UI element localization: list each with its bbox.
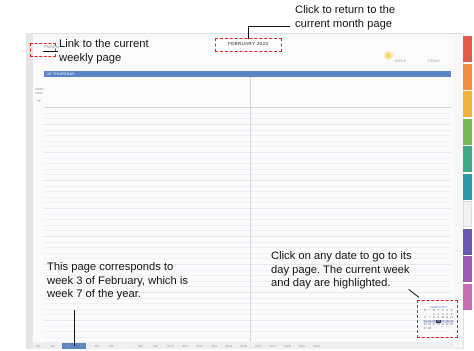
side-tab-sep[interactable] xyxy=(463,256,472,282)
day-header-bar xyxy=(44,71,451,77)
week-cell[interactable]: W9 xyxy=(153,344,168,348)
side-tab-may[interactable] xyxy=(463,146,472,172)
connector-line xyxy=(248,26,290,27)
week-cell[interactable]: W16 xyxy=(255,344,270,348)
mini-calendar-highlight xyxy=(417,300,458,338)
annotation-line: and day are highlighted. xyxy=(271,277,391,289)
week-cell[interactable]: W14 xyxy=(226,344,241,348)
week-cell[interactable]: W2 xyxy=(51,344,66,348)
annotation-weekly-link: Link to the current weekly page xyxy=(59,38,149,65)
side-tab-aug[interactable] xyxy=(463,228,472,255)
annotation-line: Link to the current xyxy=(59,38,149,50)
annotation-line: Click to return to the xyxy=(295,4,396,16)
week-cell[interactable]: W10 xyxy=(167,344,182,348)
week-cell[interactable]: W5 xyxy=(94,344,109,348)
week-cell[interactable]: W18 xyxy=(284,344,299,348)
side-tab-apr[interactable] xyxy=(463,118,472,145)
left-rail-label[interactable]: WEEK VIEW xyxy=(35,87,44,95)
week-cell[interactable]: W3 xyxy=(65,344,80,348)
day-header-label: 16 THURSDAY xyxy=(47,71,75,76)
week-cell[interactable]: W7 xyxy=(124,344,139,348)
annotation-line: week 3 of February, which is xyxy=(47,274,188,287)
connector-line xyxy=(43,51,58,52)
ruled-notes-area[interactable] xyxy=(44,108,451,343)
side-tab-mar[interactable] xyxy=(463,91,472,117)
week-cell[interactable]: W19 xyxy=(299,344,314,348)
annotation-return-month: Click to return to the current month pag… xyxy=(295,4,395,31)
week-cell[interactable]: W6 xyxy=(109,344,124,348)
connector-line xyxy=(248,26,249,39)
arrow-right-icon[interactable]: → xyxy=(35,97,42,104)
side-tab-feb[interactable] xyxy=(463,63,472,90)
annotation-week-info: This page corresponds to week 3 of Febru… xyxy=(47,261,188,302)
annotation-line: day page. The current week xyxy=(271,263,410,276)
column-divider xyxy=(250,77,251,342)
week-cell[interactable]: W20 xyxy=(313,344,328,348)
side-tab-jul[interactable] xyxy=(463,201,472,227)
annotation-line: This page corresponds to xyxy=(47,261,174,273)
week-link[interactable]: WEEK xyxy=(395,59,406,63)
connector-line xyxy=(74,310,75,346)
annotation-line: week 7 of the year. xyxy=(47,288,141,300)
annotation-line: current month page xyxy=(295,17,393,30)
week-cell[interactable]: W17 xyxy=(270,344,285,348)
day-top-section xyxy=(44,77,451,108)
annotation-line: weekly page xyxy=(59,51,122,64)
week-cell[interactable]: W11 xyxy=(182,344,197,348)
week-cell[interactable]: W1 xyxy=(36,344,51,348)
week-cell[interactable]: W4 xyxy=(80,344,95,348)
week-cell[interactable]: W12 xyxy=(197,344,212,348)
annotation-date-info: Click on any date to go to its day page.… xyxy=(271,250,412,291)
annotation-line: Click on any date to go to its xyxy=(271,250,412,262)
side-tab-jun[interactable] xyxy=(463,173,472,200)
sun-icon xyxy=(384,51,393,60)
side-tab-oct[interactable] xyxy=(463,283,472,310)
month-title-highlight xyxy=(215,38,282,52)
week-cell[interactable]: W13 xyxy=(211,344,226,348)
week-cell[interactable]: W8 xyxy=(138,344,153,348)
weekly-link-highlight xyxy=(30,43,56,57)
today-link[interactable]: TODAY xyxy=(427,59,440,63)
side-tab-jan[interactable] xyxy=(463,36,472,62)
left-rail-line: VIEW xyxy=(35,91,43,95)
week-cell[interactable]: W15 xyxy=(240,344,255,348)
